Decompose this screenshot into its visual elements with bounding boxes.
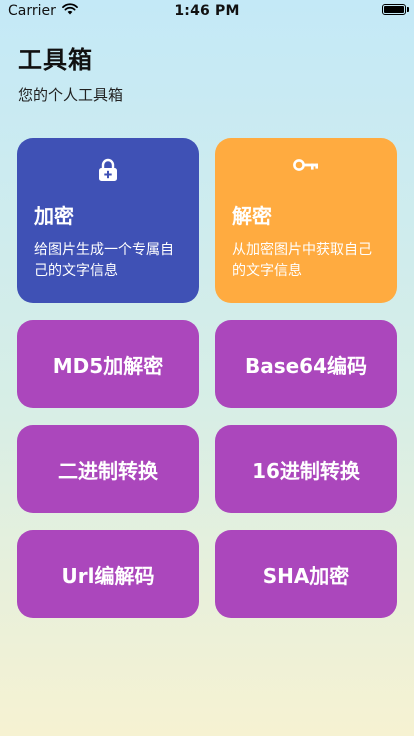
md5-label: MD5加解密 bbox=[52, 353, 164, 378]
status-time: 1:46 PM bbox=[174, 3, 240, 19]
page-subtitle: 您的个人工具箱 bbox=[18, 86, 124, 104]
encrypt-description: 给图片生成一个专属自己的文字信息 bbox=[34, 242, 174, 279]
decrypt-description: 从加密图片中获取自己的文字信息 bbox=[232, 242, 372, 279]
encrypt-title: 加密 bbox=[34, 204, 74, 228]
base64-label: Base64编码 bbox=[244, 353, 368, 378]
decrypt-card[interactable]: 解密 从加密图片中获取自己的文字信息 bbox=[215, 138, 397, 303]
binary-convert-button[interactable]: 二进制转换 bbox=[17, 425, 199, 513]
sha-encrypt-button[interactable]: SHA加密 bbox=[215, 530, 397, 618]
status-right bbox=[382, 4, 409, 15]
page-title: 工具箱 bbox=[18, 46, 93, 74]
decrypt-title: 解密 bbox=[232, 204, 272, 228]
status-bar: Carrier 1:46 PM bbox=[0, 0, 414, 24]
lock-icon bbox=[17, 158, 199, 182]
hex-convert-button[interactable]: 16进制转换 bbox=[215, 425, 397, 513]
key-icon bbox=[215, 158, 397, 182]
binary-convert-label: 二进制转换 bbox=[58, 458, 158, 483]
sha-encrypt-label: SHA加密 bbox=[262, 563, 350, 588]
url-codec-label: Url编解码 bbox=[61, 563, 155, 588]
hex-convert-label: 16进制转换 bbox=[252, 458, 360, 483]
encrypt-card[interactable]: 加密 给图片生成一个专属自己的文字信息 bbox=[17, 138, 199, 303]
url-codec-button[interactable]: Url编解码 bbox=[17, 530, 199, 618]
base64-button[interactable]: Base64编码 bbox=[215, 320, 397, 408]
md5-button[interactable]: MD5加解密 bbox=[17, 320, 199, 408]
battery-icon bbox=[382, 4, 409, 15]
